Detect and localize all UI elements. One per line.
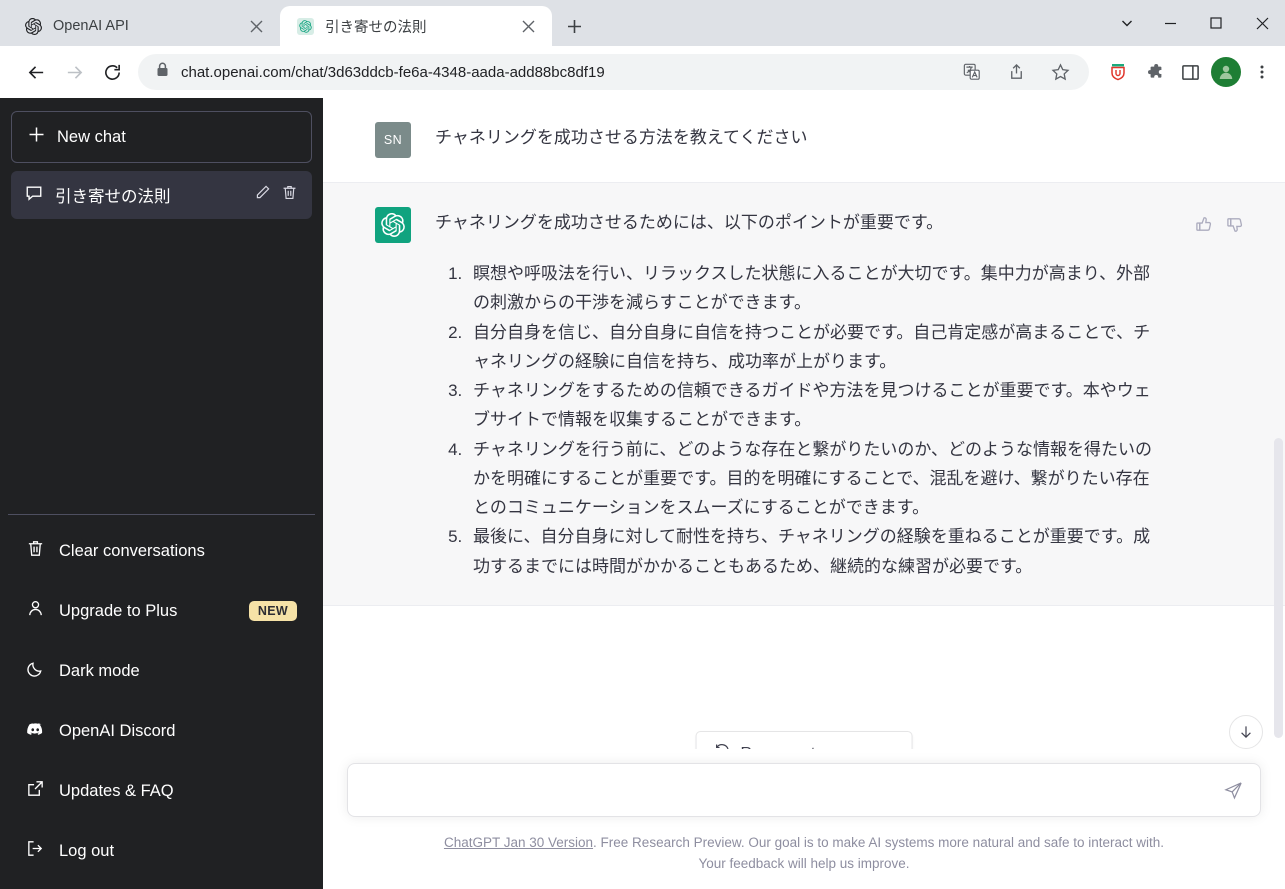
status-badge-new: NEW (248, 601, 297, 621)
window-close-icon[interactable] (1239, 0, 1285, 46)
list-item: 瞑想や呼吸法を行い、リラックスした状態に入ることが大切です。集中力が高まり、外部… (467, 259, 1161, 317)
forward-arrow-icon[interactable] (56, 54, 92, 90)
sidebar-item-updates-faq[interactable]: Updates & FAQ (8, 761, 315, 821)
discord-icon (26, 719, 45, 743)
message-text: チャネリングを成功させる方法を教えてください (435, 122, 1161, 158)
arrow-down-icon (1241, 726, 1251, 739)
sidebar-item-label: OpenAI Discord (59, 721, 176, 740)
message-input[interactable] (366, 781, 1212, 800)
chat-sidebar: New chat 引き寄せの法則 Clear conversations Upg… (0, 98, 323, 889)
address-bar-actions (957, 57, 1075, 87)
sidebar-item-openai-discord[interactable]: OpenAI Discord (8, 701, 315, 761)
shield-extension-icon[interactable] (1103, 57, 1133, 87)
browser-tab-chatgpt[interactable]: 引き寄せの法則 (280, 6, 552, 46)
app-body: New chat 引き寄せの法則 Clear conversations Upg… (0, 98, 1285, 889)
sidebar-item-clear-conversations[interactable]: Clear conversations (8, 521, 315, 581)
sidebar-conversation-item[interactable]: 引き寄せの法則 (11, 171, 312, 219)
profile-avatar-icon[interactable] (1211, 57, 1241, 87)
send-button[interactable] (1218, 775, 1248, 805)
tab-strip: OpenAI API 引き寄せの法則 (0, 0, 590, 46)
address-bar-url: chat.openai.com/chat/3d63ddcb-fe6a-4348-… (181, 63, 605, 81)
lock-icon (156, 62, 169, 82)
message-composer[interactable] (347, 763, 1261, 818)
trash-icon (26, 539, 45, 563)
sidebar-item-label: Upgrade to Plus (59, 601, 178, 620)
tab-title: 引き寄せの法則 (325, 19, 427, 36)
browser-titlebar: OpenAI API 引き寄せの法則 (0, 0, 1285, 46)
openai-dark-icon (25, 17, 42, 35)
reload-icon[interactable] (94, 54, 130, 90)
user-message-paragraph: チャネリングを成功させる方法を教えてください (435, 128, 808, 147)
thumbs-down-icon[interactable] (1226, 215, 1245, 239)
list-item: 最後に、自分自身に対して耐性を持ち、チャネリングの経験を重ねることが重要です。成… (467, 522, 1161, 580)
bookmark-star-icon[interactable] (1045, 57, 1075, 87)
plus-icon (28, 126, 45, 148)
extensions-puzzle-icon[interactable] (1139, 57, 1169, 87)
version-link[interactable]: ChatGPT Jan 30 Version (444, 835, 593, 850)
list-item: 自分自身を信じ、自分自身に自信を持つことが必要です。自己肯定感が高まることで、チ… (467, 318, 1161, 376)
list-item: チャネリングをするための信頼できるガイドや方法を見つけることが重要です。本やウェ… (467, 376, 1161, 434)
conversation-actions (254, 184, 298, 206)
openai-green-icon (297, 17, 314, 35)
message-user: SN チャネリングを成功させる方法を教えてください (323, 98, 1285, 182)
sidebar-item-label: Clear conversations (59, 541, 205, 560)
composer-area: ChatGPT Jan 30 Version. Free Research Pr… (323, 749, 1285, 889)
sidebar-item-label: Updates & FAQ (59, 781, 174, 800)
tab-close-icon[interactable] (516, 14, 540, 38)
message-text: チャネリングを成功させるためには、以下のポイントが重要です。 瞑想や呼吸法を行い… (435, 207, 1161, 581)
tab-close-icon[interactable] (244, 14, 268, 38)
chat-bubble-icon (25, 184, 43, 207)
message-thread: SN チャネリングを成功させる方法を教えてください チャネリングを成功させるため… (323, 98, 1285, 749)
list-item: チャネリングを行う前に、どのような存在と繋がりたいのか、どのような情報を得たいの… (467, 435, 1161, 523)
message-assistant: チャネリングを成功させるためには、以下のポイントが重要です。 瞑想や呼吸法を行い… (323, 182, 1285, 606)
sidebar-item-dark-mode[interactable]: Dark mode (8, 641, 315, 701)
new-chat-button[interactable]: New chat (11, 111, 312, 163)
sidebar-item-label: Log out (59, 841, 115, 860)
footer-disclaimer: ChatGPT Jan 30 Version. Free Research Pr… (323, 817, 1285, 889)
window-maximize-icon[interactable] (1193, 0, 1239, 46)
tab-search-chevron-down-icon[interactable] (1107, 0, 1147, 46)
new-tab-button[interactable] (558, 10, 590, 42)
pencil-icon[interactable] (254, 184, 271, 206)
assistant-numbered-list: 瞑想や呼吸法を行い、リラックスした状態に入ることが大切です。集中力が高まり、外部… (435, 259, 1161, 581)
browser-tab-openai-api[interactable]: OpenAI API (8, 6, 280, 46)
assistant-intro-paragraph: チャネリングを成功させるためには、以下のポイントが重要です。 (435, 213, 944, 232)
thread-scrollbar[interactable] (1274, 438, 1283, 738)
window-minimize-icon[interactable] (1147, 0, 1193, 46)
footer-text: . Free Research Preview. Our goal is to … (593, 835, 1165, 872)
translate-icon[interactable] (957, 57, 987, 87)
browser-toolbar: chat.openai.com/chat/3d63ddcb-fe6a-4348-… (0, 46, 1285, 98)
toolbar-extensions (1095, 57, 1277, 87)
openai-logo-icon (381, 213, 405, 237)
three-dot-menu-icon[interactable] (1247, 57, 1277, 87)
chat-main: SN チャネリングを成功させる方法を教えてください チャネリングを成功させるため… (323, 98, 1285, 889)
person-icon (26, 599, 45, 623)
window-controls (1107, 0, 1285, 46)
scroll-to-bottom-button[interactable] (1229, 715, 1263, 750)
sidebar-item-log-out[interactable]: Log out (8, 821, 315, 881)
send-paper-plane-icon (1223, 781, 1242, 800)
share-icon[interactable] (1001, 57, 1031, 87)
new-chat-label: New chat (57, 127, 126, 146)
message-feedback-actions (1195, 215, 1245, 239)
back-arrow-icon[interactable] (18, 54, 54, 90)
tab-title: OpenAI API (53, 18, 129, 34)
external-link-icon (26, 779, 45, 803)
logout-icon (26, 839, 45, 863)
avatar: SN (375, 122, 411, 158)
sidebar-item-upgrade-to-plus[interactable]: Upgrade to Plus NEW (8, 581, 315, 641)
sidebar-menu: Clear conversations Upgrade to Plus NEW (8, 514, 315, 881)
sidebar-item-label: Dark mode (59, 661, 140, 680)
avatar (375, 207, 411, 243)
moon-icon (26, 659, 45, 683)
trash-icon[interactable] (281, 184, 298, 206)
address-bar[interactable]: chat.openai.com/chat/3d63ddcb-fe6a-4348-… (138, 54, 1089, 90)
side-panel-icon[interactable] (1175, 57, 1205, 87)
thumbs-up-icon[interactable] (1195, 215, 1214, 239)
conversation-title: 引き寄せの法則 (55, 188, 171, 206)
